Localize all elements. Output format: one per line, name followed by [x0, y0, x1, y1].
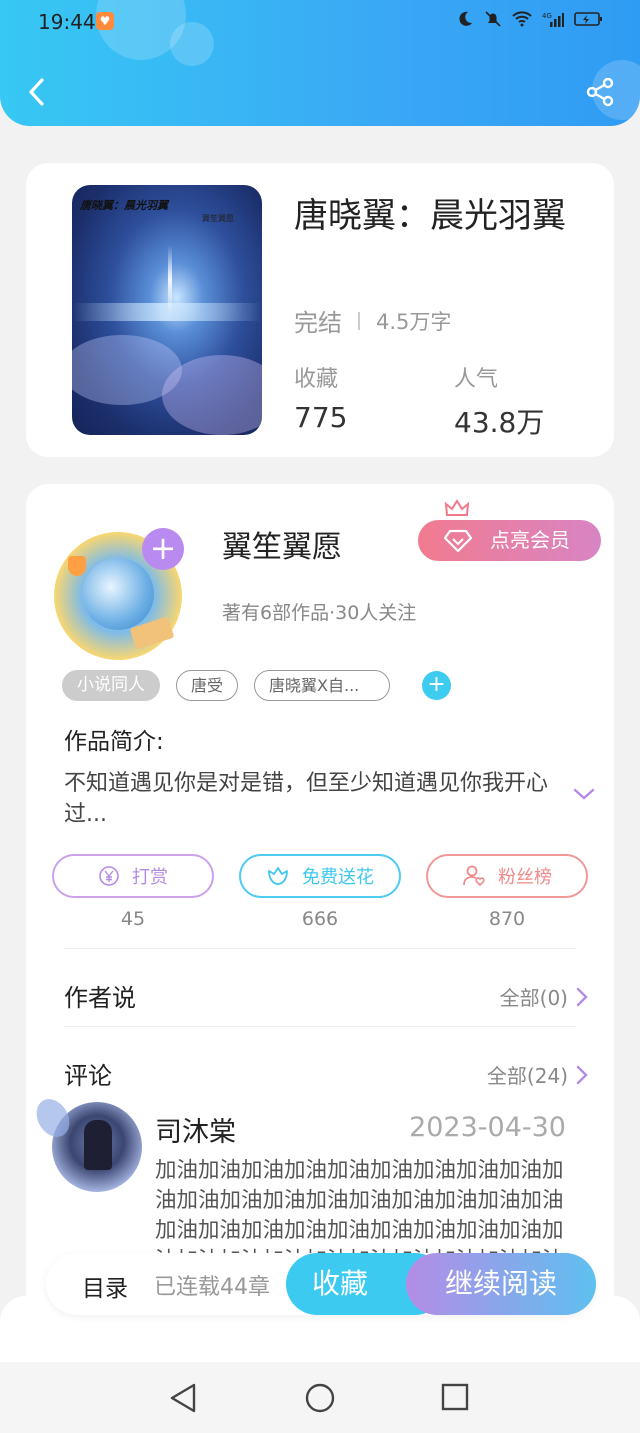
comments-more-link[interactable]: 全部(24) [487, 1060, 588, 1089]
cover-horizon [72, 303, 262, 321]
status-icons: 4G [456, 10, 604, 28]
fans-count: 870 [488, 908, 526, 930]
share-icon[interactable] [584, 76, 616, 108]
popularity-label: 人气 [454, 367, 499, 392]
chevron-right-icon [576, 1065, 588, 1084]
back-arrow-icon[interactable] [22, 74, 52, 110]
cover-title: 唐晓翼：晨光羽翼 [80, 199, 168, 212]
reward-label: 打赏 [132, 867, 168, 888]
cover-light-beam [168, 245, 172, 315]
chevron-down-icon[interactable] [572, 786, 596, 802]
status-bar: 19:44 ♥ 4G [0, 0, 640, 44]
tag-chip[interactable]: 唐晓翼X自... [254, 670, 391, 701]
signal-icon: 4G [542, 12, 564, 27]
nav-home-icon[interactable] [304, 1382, 336, 1414]
avatar-wing [30, 1093, 76, 1143]
book-cover[interactable]: 唐晓翼：晨光羽翼 翼笙翼愿 [72, 185, 262, 435]
catalog-button[interactable]: 目录 [82, 1269, 128, 1303]
continue-reading-button[interactable]: 继续阅读 [406, 1253, 596, 1315]
flower-count: 666 [301, 908, 339, 930]
mute-bell-icon [485, 11, 501, 27]
send-flower-label: 免费送花 [302, 867, 374, 888]
send-flower-button[interactable]: 免费送花 [239, 854, 401, 898]
intro-text: 不知道遇见你是对是错，但至少知道遇见你我开心过... [64, 771, 549, 827]
meta-divider [358, 311, 360, 330]
comment-text[interactable]: 加油加油加油加油加油加油加油加油加油加油加油加油加油加油加油加油加油加油加油加油… [155, 1156, 571, 1256]
battery-charging-icon [574, 12, 602, 26]
serial-status: 已连载44章 [154, 1275, 270, 1300]
tag-chip[interactable]: 小说同人 [62, 670, 160, 701]
favorites-label: 收藏 [294, 367, 339, 392]
comment-date: 2023-04-30 [409, 1112, 566, 1143]
author-summary: 著有6部作品·30人关注 [222, 602, 417, 624]
follow-author-button[interactable]: + [142, 528, 184, 570]
tag-chip[interactable]: 唐受 [176, 670, 239, 701]
intro-heading: 作品简介: [64, 729, 164, 755]
author-name[interactable]: 翼笙翼愿 [222, 522, 342, 566]
avatar-lamp [68, 556, 86, 576]
crown-icon [444, 499, 470, 516]
book-meta: 完结 4.5万字 [294, 303, 451, 338]
yuan-coin-icon [99, 866, 119, 886]
reward-button[interactable]: 打赏 [52, 854, 214, 898]
book-status: 完结 [294, 309, 342, 337]
heart-badge-icon: ♥ [96, 12, 114, 30]
fans-ranking-label: 粉丝榜 [498, 867, 552, 888]
favorites-value: 775 [294, 401, 348, 434]
system-nav-bar [0, 1362, 640, 1433]
comments-more-label: 全部(24) [486, 1064, 568, 1088]
chevron-right-icon [576, 987, 588, 1006]
cover-subtitle: 翼笙翼愿 [202, 214, 234, 223]
nav-back-icon[interactable] [168, 1382, 198, 1414]
flower-icon [268, 867, 288, 885]
status-time: 19:44 [38, 10, 96, 34]
avatar-figure [84, 1120, 112, 1170]
add-tag-button[interactable]: + [422, 671, 452, 700]
avatar-globe [82, 558, 154, 630]
bottom-action-bar: 目录 已连载44章 收藏 继续阅读 [46, 1253, 596, 1315]
commenter-avatar[interactable] [30, 1093, 142, 1192]
reward-count: 45 [120, 908, 146, 930]
network-label: 4G [542, 12, 552, 20]
diamond-icon [444, 529, 472, 553]
commenter-name[interactable]: 司沐棠 [155, 1110, 236, 1149]
wifi-icon [512, 11, 532, 27]
cover-cloud [162, 355, 262, 435]
author-says-more-label: 全部(0) [499, 986, 568, 1010]
tag-list: 小说同人 唐受 唐晓翼X自... + [62, 670, 452, 701]
popularity-value: 43.8万 [454, 406, 545, 439]
nav-recents-icon[interactable] [440, 1382, 470, 1412]
book-title: 唐晓翼：晨光羽翼 [294, 196, 566, 236]
book-word-count: 4.5万字 [376, 309, 452, 334]
author-says-title: 作者说 [64, 984, 136, 1012]
comments-title: 评论 [64, 1062, 112, 1090]
moon-icon [459, 11, 472, 26]
author-says-more-link[interactable]: 全部(0) [500, 982, 588, 1011]
section-divider [64, 948, 576, 949]
book-detail-card: + 翼笙翼愿 点亮会员 著有6部作品·30人关注 小说同人 唐受 唐晓翼X自..… [26, 484, 614, 1314]
book-info-card: 唐晓翼：晨光羽翼 翼笙翼愿 唐晓翼：晨光羽翼 完结 4.5万字 收藏 775 人… [26, 163, 614, 457]
vip-label: 点亮会员 [490, 528, 570, 552]
fan-user-icon [463, 865, 485, 887]
vip-button[interactable]: 点亮会员 [418, 520, 601, 561]
fans-ranking-button[interactable]: 粉丝榜 [426, 854, 588, 898]
section-divider [64, 1026, 576, 1027]
